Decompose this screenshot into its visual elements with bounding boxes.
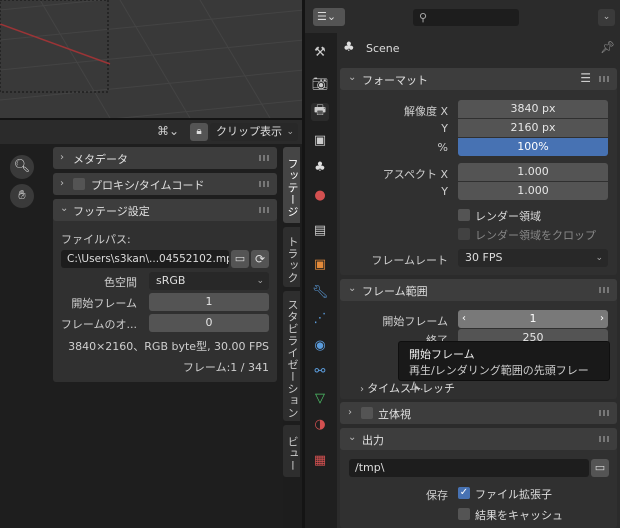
res-y-label: Y [441,122,448,135]
clip-info-text: 3840×2160、RGB byte型, 30.00 FPS [68,340,269,353]
editor-type-icon[interactable]: ☰⌄ [313,8,345,26]
folder-icon[interactable]: ▭ [231,250,249,268]
aspect-y-field[interactable]: 1.000 [458,182,608,200]
world-icon[interactable]: ● [311,186,329,204]
material-icon[interactable]: ◑ [311,415,329,433]
render-icon[interactable]: 📷︎ [311,75,329,93]
tooltip-title: 開始フレーム [409,348,475,361]
cache-result-label: 結果をキャッシュ [475,509,563,522]
scene-name: Scene [366,42,400,55]
options-chevron[interactable]: ⌄ [598,9,615,26]
file-path-label: ファイルパス: [61,233,131,246]
frame-rate-dropdown[interactable]: 30 FPS ⌄ [458,249,608,267]
panel-footage-header[interactable]: ⌄ フッテージ設定 [53,199,277,221]
viewport-grid [0,0,304,118]
data-icon[interactable]: ▽ [311,389,329,407]
zoom-icon[interactable]: 🔍︎ [10,155,34,179]
aspect-x-field[interactable]: 1.000 [458,163,608,181]
search-input[interactable]: ⚲ [413,9,519,26]
modifier-icon[interactable]: 🔧︎ [311,283,329,301]
cache-result-checkbox[interactable] [458,508,470,520]
aspect-x-label: アスペクト X [382,168,448,181]
res-x-field[interactable]: 3840 px [458,100,608,118]
tab-stabilization[interactable]: スタビライゼーション [283,291,300,421]
start-frame-label: 開始フレーム [71,297,137,310]
res-percent-field[interactable]: 100% [458,138,608,156]
crop-border-checkbox[interactable] [458,228,470,240]
panel-stereoscopy[interactable]: › 立体視 [340,402,617,424]
res-y-field[interactable]: 2160 px [458,119,608,137]
search-icon: ⚲ [419,11,428,24]
clip-editor-header: ⌘⌄ 🔒︎ クリップ表示 ⌄ [0,120,304,144]
panel-frame-range-header[interactable]: ⌄ フレーム範囲 [340,279,617,301]
frame-start-label: 開始フレーム [382,315,448,328]
aspect-y-label: Y [441,185,448,198]
tool-icon[interactable]: ⚒ [311,43,329,61]
pan-hand-icon[interactable]: ✋︎ [10,184,34,208]
tooltip-desc: 再生/レンダリング範囲の先頭フレーム. [409,364,589,393]
panel-output-header[interactable]: ⌄ 出力 [340,428,617,450]
render-border-label: レンダー領域 [475,210,541,223]
viewport-3d[interactable] [0,0,304,118]
pin-icon[interactable]: 📌︎ [600,40,615,54]
lock-icon[interactable]: 🔒︎ [190,123,208,141]
physics-icon[interactable]: ◉ [311,336,329,354]
color-space-label: 色空間 [104,276,137,289]
texture-icon[interactable]: ▦ [311,451,329,469]
color-space-dropdown[interactable]: sRGB ⌄ [149,272,269,290]
view-layer-icon[interactable]: ▣ [311,131,329,149]
reload-icon[interactable]: ⟳ [251,250,269,268]
file-extension-label: ファイル拡張子 [475,488,552,501]
panel-footage-settings: ⌄ フッテージ設定 ファイルパス: C:\Users\s3kan\...04552… [53,199,277,382]
object-icon[interactable]: ▣ [311,255,329,273]
output-folder-icon[interactable]: ▭ [591,459,609,477]
panel-format-header[interactable]: ⌄ フォーマット ☰ [340,68,617,90]
crop-border-label: レンダー領域をクロップ [475,229,596,242]
start-frame-field[interactable]: 1 [149,293,269,311]
stereo-checkbox[interactable] [361,407,373,419]
save-label: 保存 [426,489,448,502]
presets-list-icon[interactable]: ☰ [580,71,591,85]
tab-view[interactable]: ビュー [283,425,300,477]
frame-rate-label: フレームレート [371,254,448,267]
particles-icon[interactable]: ⋰ [311,309,329,327]
scene-icon[interactable]: ♣ [311,158,329,176]
output-icon[interactable]: 🖶︎ [311,103,329,121]
proxy-checkbox[interactable] [73,178,85,190]
clip-display-dropdown[interactable]: クリップ表示 ⌄ [210,123,298,141]
panel-proxy[interactable]: › プロキシ/タイムコード [53,173,277,195]
output-path-field[interactable]: /tmp\ [349,459,589,477]
res-x-label: 解像度 X [403,105,448,118]
tab-footage[interactable]: フッテージ [283,147,300,223]
frame-offset-field[interactable]: 0 [149,314,269,332]
constraints-icon[interactable]: ⚯ [311,362,329,380]
scene-data-icon: ♣ [343,40,355,55]
file-extension-checkbox[interactable]: ✓ [458,487,470,499]
res-percent-label: % [437,141,448,154]
render-border-checkbox[interactable] [458,209,470,221]
panel-metadata[interactable]: › メタデータ [53,147,277,169]
clip-frame-info: フレーム:1 / 341 [182,361,269,374]
frame-offset-label: フレームのオ... [60,318,137,331]
frame-start-field[interactable]: ‹ 1 › [458,310,608,328]
file-path-field[interactable]: C:\Users\s3kan\...04552102.mp4 [61,250,229,268]
collection-icon[interactable]: ▤ [311,221,329,239]
tab-track[interactable]: トラック [283,227,300,287]
overlay-toggle[interactable]: ⌘⌄ [157,124,183,140]
properties-header: ☰⌄ ⚲ ⌄ [305,0,620,33]
tooltip: 開始フレーム 再生/レンダリング範囲の先頭フレーム. [398,341,610,393]
